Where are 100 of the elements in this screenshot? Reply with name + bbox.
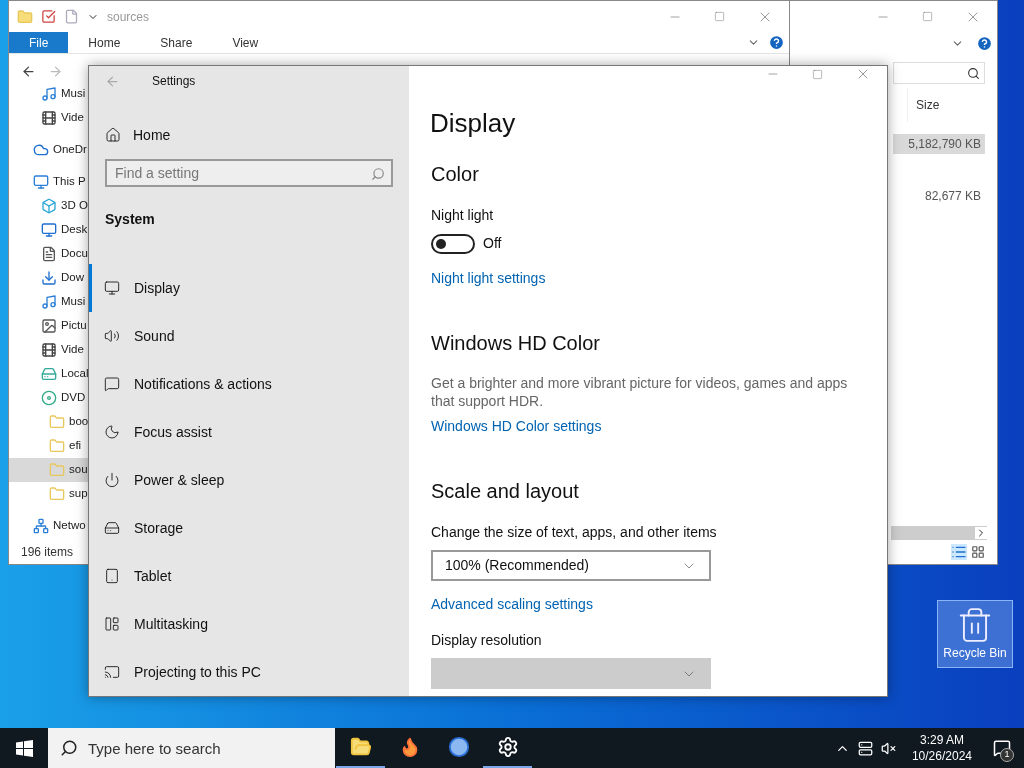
clock[interactable]: 3:29 AM 10/26/2024 (903, 732, 980, 764)
nav-item[interactable]: Vide (9, 106, 89, 130)
nav-item[interactable]: DVD (9, 386, 89, 410)
table-row[interactable]: 5,182,790 KB (893, 134, 985, 154)
settings-nav-item[interactable]: Focus assist (89, 408, 409, 456)
page-title: Display (430, 107, 516, 140)
drive-icon (104, 520, 120, 536)
desktop-icon[interactable]: Recycle Bin (937, 600, 1013, 668)
toggle-switch[interactable] (431, 233, 475, 254)
monitor-icon (41, 222, 57, 238)
nav-item[interactable]: sup (9, 482, 89, 506)
moon-icon (104, 424, 120, 440)
settings-nav-item[interactable]: Storage (89, 504, 409, 552)
settings-nav-item[interactable]: Projecting to this PC (89, 648, 409, 696)
projection-icon (104, 664, 120, 680)
picture-icon (41, 318, 57, 334)
field-label: Night light (431, 206, 494, 225)
muted-speaker-icon[interactable] (880, 740, 896, 756)
nav-item[interactable]: Musi (9, 290, 89, 314)
help-icon[interactable] (976, 34, 993, 52)
table-row[interactable]: 82,677 KB (893, 186, 985, 206)
music-note-icon (41, 86, 57, 102)
folder-icon (49, 486, 65, 502)
settings-link[interactable]: Windows HD Color settings (431, 418, 602, 434)
speaker-icon (104, 328, 120, 344)
settings-nav-item[interactable]: Display (89, 264, 409, 312)
field-label: Display resolution (431, 631, 542, 650)
nav-item[interactable]: efi (9, 434, 89, 458)
toggle-state-label: Off (483, 234, 502, 253)
notification-count-badge: 1 (1000, 748, 1014, 762)
settings-nav-item[interactable]: Notifications & actions (89, 360, 409, 408)
description-text: Get a brighter and more vibrant picture for videos, games and apps that support HDR. (431, 374, 849, 410)
settings-nav-item[interactable]: Sound (89, 312, 409, 360)
nav-item[interactable]: Desk (9, 218, 89, 242)
settings-nav-item[interactable]: Multitasking (89, 600, 409, 648)
speech-bubble-icon (104, 376, 120, 392)
music-note-icon (41, 294, 57, 310)
details-view-icon[interactable] (951, 544, 967, 560)
monitor-icon (104, 280, 120, 296)
windows-logo-icon (15, 739, 33, 757)
settings-link[interactable]: Advanced scaling settings (431, 596, 593, 612)
nav-item[interactable]: Local (9, 362, 89, 386)
section-title: System (104, 210, 156, 229)
search-icon (967, 66, 980, 80)
search-field[interactable]: Find a setting (105, 158, 393, 187)
settings-link[interactable]: Night light settings (431, 270, 546, 286)
home-icon (105, 127, 121, 144)
folder-icon (17, 8, 33, 25)
column-header[interactable]: Size (907, 88, 989, 122)
section-heading: Windows HD Color (431, 331, 600, 356)
download-icon (41, 270, 57, 286)
back-arrow-icon[interactable] (21, 63, 36, 79)
nav-item[interactable]: boo (9, 410, 89, 434)
folder-icon (49, 414, 65, 430)
nav-item[interactable]: This P (9, 170, 89, 194)
film-icon (41, 342, 57, 358)
nav-item[interactable]: Musi (9, 82, 89, 106)
scroll-right-icon[interactable] (975, 527, 987, 539)
cloud-icon (33, 142, 49, 158)
drive-icon (41, 366, 57, 382)
home-nav-item[interactable]: Home (89, 121, 409, 150)
cube-icon (41, 198, 57, 214)
properties-icon[interactable] (41, 9, 56, 24)
settings-nav-item[interactable]: Power & sleep (89, 456, 409, 504)
help-icon[interactable] (768, 34, 785, 51)
ribbon-tab[interactable]: Share (140, 32, 213, 53)
ribbon-tab[interactable]: View (212, 32, 279, 53)
nav-item[interactable]: sou (9, 458, 89, 482)
window-title: sources (107, 8, 150, 26)
speech-bubble-icon (993, 739, 1011, 757)
field-label: Change the size of text, apps, and other items (431, 523, 717, 542)
notification-button[interactable]: 1 (980, 728, 1024, 768)
nav-item[interactable]: Dow (9, 266, 89, 290)
taskbar-search-field[interactable]: Type here to search (48, 728, 335, 768)
large-icons-view-icon[interactable] (971, 545, 985, 559)
section-heading: Scale and layout (431, 479, 579, 504)
status-text: 196 items (21, 544, 74, 561)
computer-icon (33, 174, 49, 190)
settings-nav-item[interactable]: Tablet (89, 552, 409, 600)
disc-icon (41, 390, 57, 406)
nav-item[interactable]: Docu (9, 242, 89, 266)
nav-item[interactable]: Pictu (9, 314, 89, 338)
folder-icon (349, 736, 372, 758)
folder-icon (49, 438, 65, 454)
search-icon (371, 166, 385, 181)
dropdown[interactable]: 100% (Recommended) (431, 550, 711, 581)
ring-icon (447, 736, 470, 758)
ribbon-tab[interactable]: File (9, 32, 69, 53)
document-icon (41, 246, 57, 262)
nav-item[interactable]: OneDr (9, 138, 89, 162)
nav-item[interactable]: Netwo (9, 514, 89, 538)
ribbon-tab[interactable]: Home (68, 32, 141, 53)
folder-icon (49, 462, 65, 478)
nav-item[interactable]: Vide (9, 338, 89, 362)
film-icon (41, 110, 57, 126)
horizontal-scrollbar[interactable] (891, 526, 987, 540)
power-icon (104, 472, 120, 488)
nav-item[interactable]: 3D O (9, 194, 89, 218)
settings-icon (496, 736, 519, 758)
tablet-icon (104, 568, 120, 584)
